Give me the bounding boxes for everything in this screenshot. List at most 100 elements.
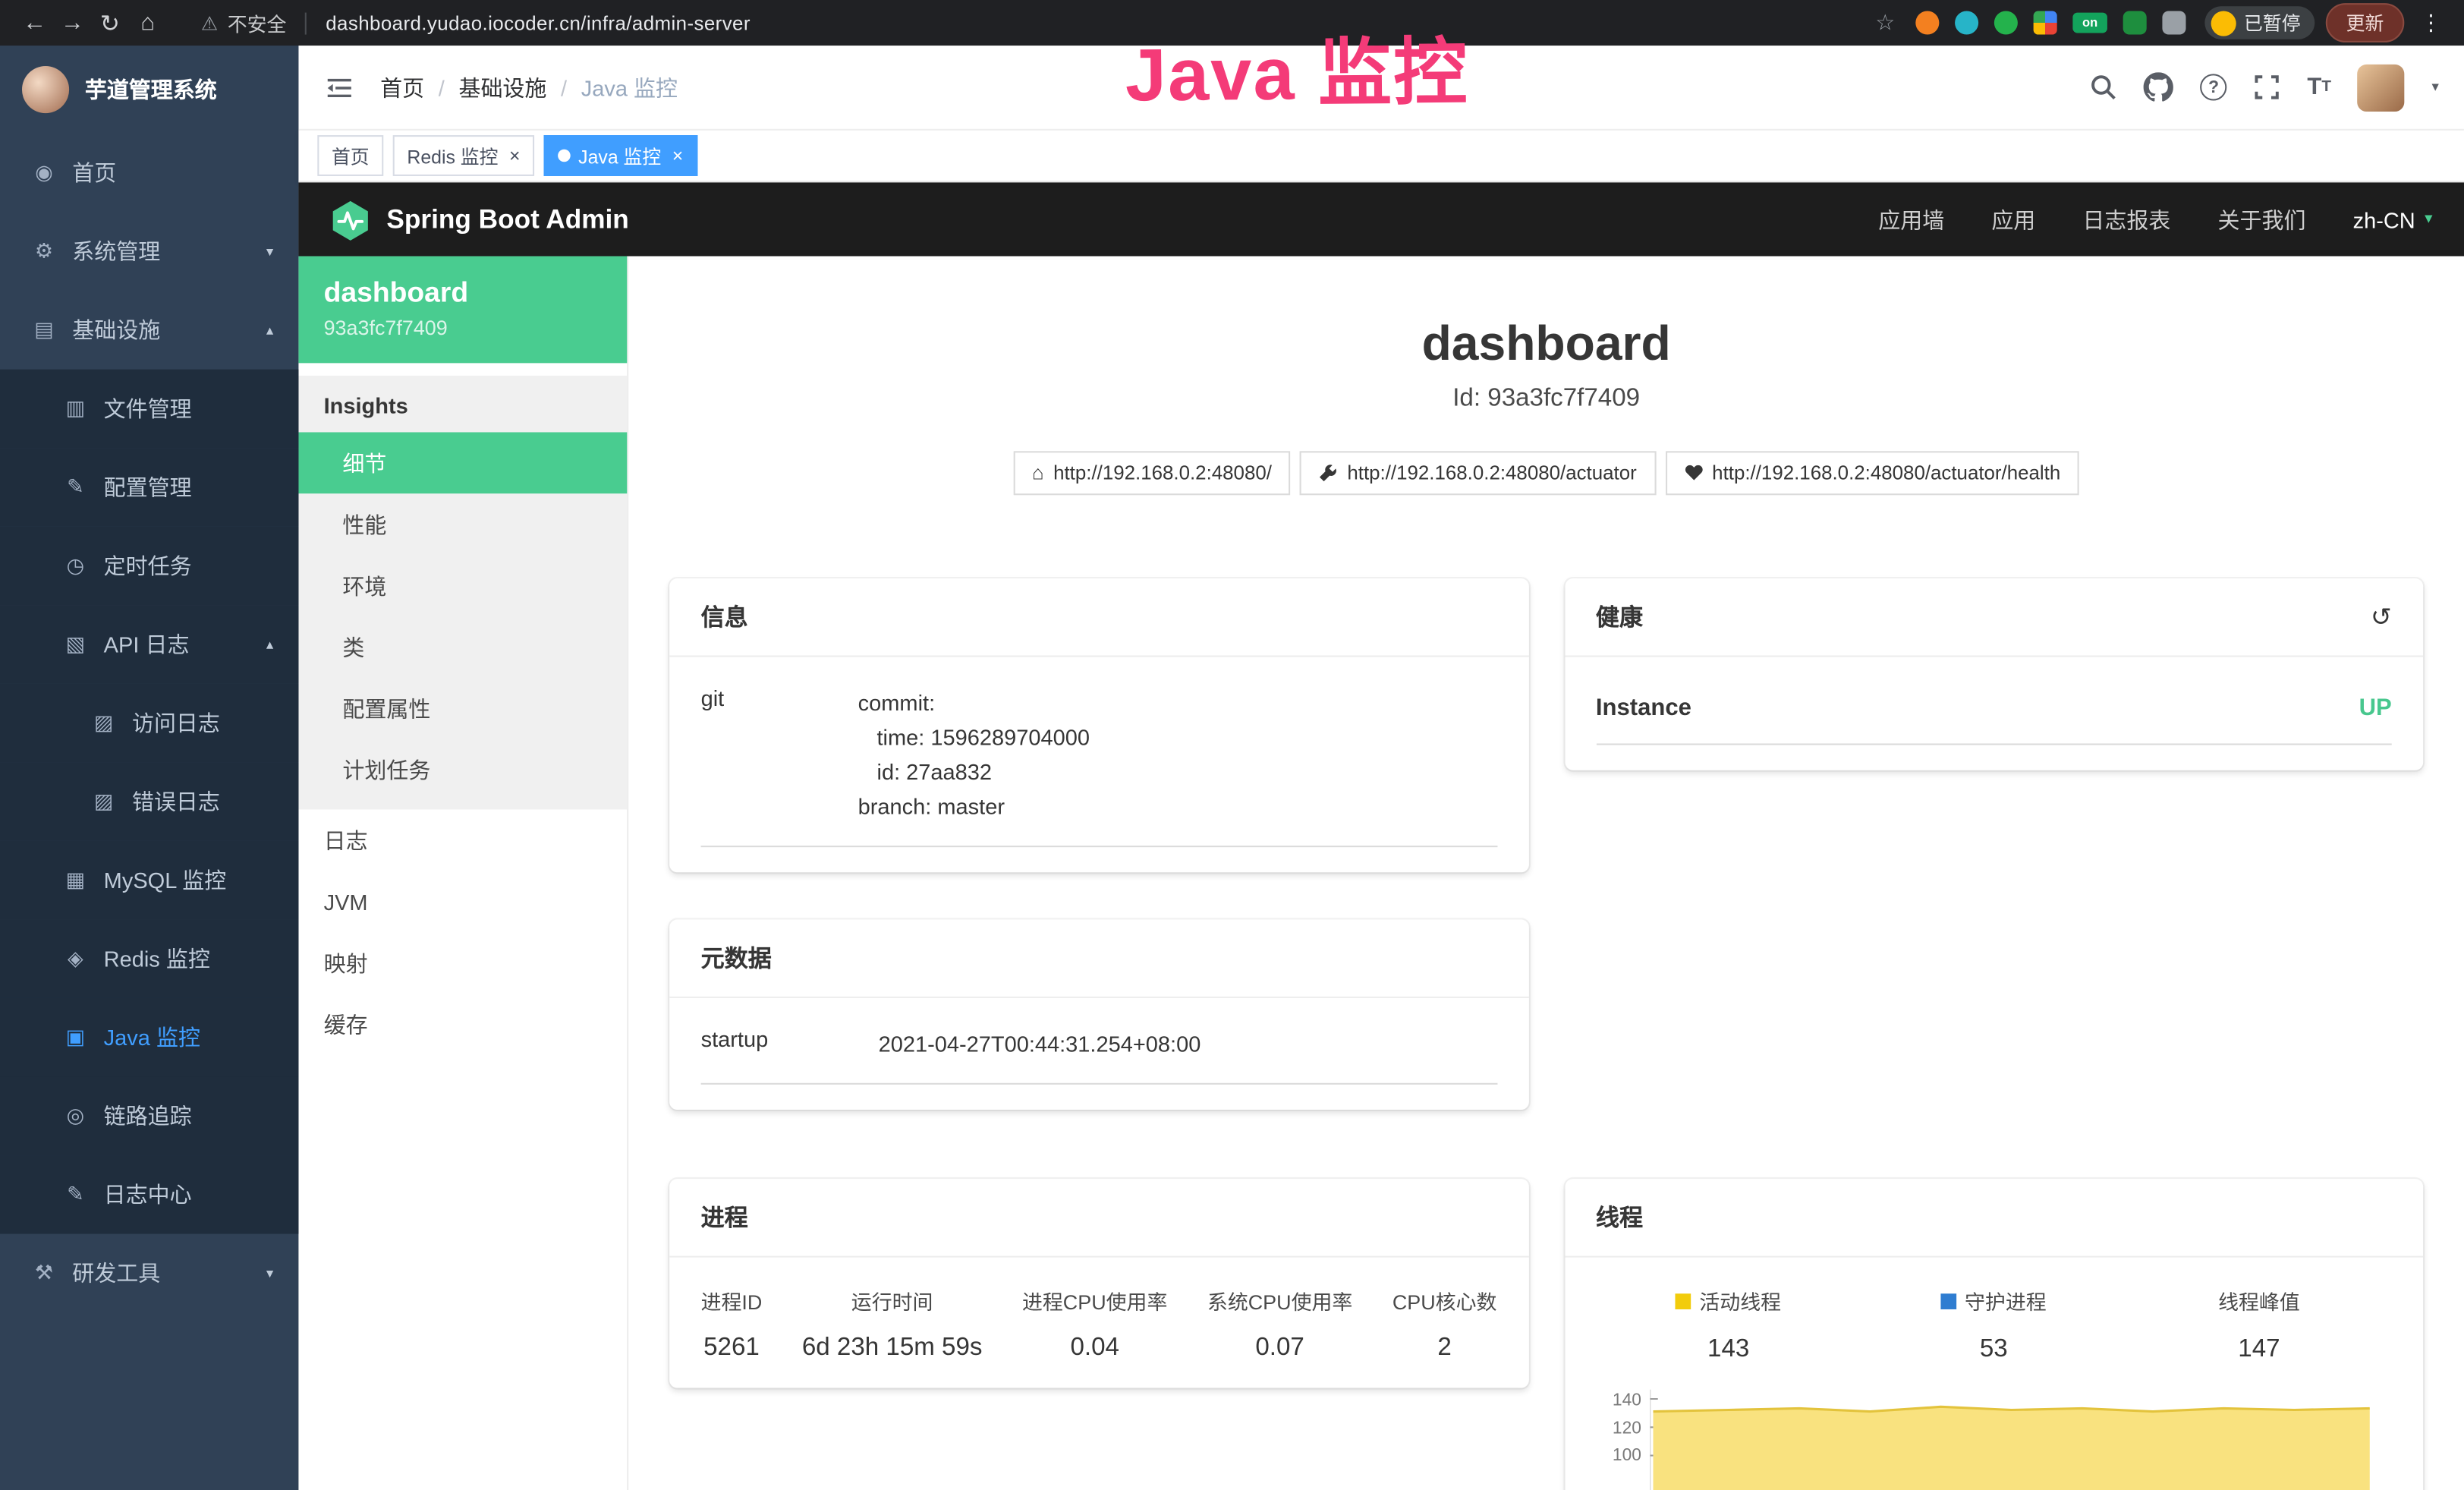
history-icon[interactable]: ↺ [2371,601,2392,632]
help-icon[interactable]: ? [2201,74,2227,100]
sba-menu-classes[interactable]: 类 [298,616,627,678]
top-header: 首页 / 基础设施 / Java 监控 ? [298,46,2464,131]
profile-chip[interactable]: 已暂停 [2204,6,2315,39]
user-avatar[interactable] [2358,64,2405,111]
sidebar-item-dev-tools[interactable]: ⚒ 研发工具 ▾ [0,1234,298,1313]
sidebar-item-access-logs[interactable]: ▨ 访问日志 [0,684,298,763]
extension-icon[interactable] [1915,11,1939,34]
sidebar-item-infrastructure[interactable]: ▤ 基础设施 ▴ [0,291,298,370]
chevron-down-icon: ▾ [2425,210,2432,228]
sidebar-item-redis-monitor[interactable]: ◈ Redis 监控 [0,919,298,998]
insecure-warning-icon: ⚠ [201,12,218,34]
forward-icon[interactable]: → [53,9,91,36]
sidebar-item-home[interactable]: ◉ 首页 [0,134,298,213]
sba-content: dashboard Id: 93a3fc7f7409 ⌂ http://192.… [628,257,2464,1490]
sidebar-item-log-center[interactable]: ✎ 日志中心 [0,1155,298,1234]
sidebar-item-scheduled-tasks[interactable]: ◷ 定时任务 [0,527,298,606]
health-url-link[interactable]: http://192.168.0.2:48080/actuator/health [1665,451,2079,495]
sba-brand[interactable]: Spring Boot Admin [330,199,629,240]
sba-menu-scheduled-tasks[interactable]: 计划任务 [298,739,627,800]
tags-view-bar: 首页 Redis 监控 × Java 监控 × [298,131,2464,182]
document-icon: ✎ [63,1182,88,1207]
sba-menu-jvm[interactable]: JVM [298,871,627,932]
legend-color-swatch [1676,1293,1691,1309]
sidebar-item-error-logs[interactable]: ▨ 错误日志 [0,762,298,841]
chrome-update-button[interactable]: 更新 [2326,3,2405,43]
sidebar-item-java-monitor[interactable]: ▣ Java 监控 [0,998,298,1077]
process-card: 进程 进程ID 5261 运行时间 [669,1179,1528,1388]
extension-icon[interactable] [1994,11,2018,34]
sba-menu-environment[interactable]: 环境 [298,555,627,616]
sba-menu-mappings[interactable]: 映射 [298,932,627,994]
extensions-puzzle-icon[interactable] [2162,11,2186,34]
bookmark-star-icon[interactable]: ☆ [1875,9,1895,36]
sba-menu-metrics[interactable]: 性能 [298,493,627,555]
legend-peak-threads: 线程峰值 147 [2126,1286,2392,1365]
sidebar-item-api-logs[interactable]: ▧ API 日志 ▴ [0,605,298,684]
sba-nav-applications[interactable]: 应用 [1991,203,2035,235]
logo-bar[interactable]: 芋道管理系统 [0,46,298,134]
extension-icon[interactable] [2034,11,2057,34]
url-text[interactable]: dashboard.yudao.iocoder.cn/infra/admin-s… [326,12,751,34]
tab-redis-monitor[interactable]: Redis 监控 × [393,135,534,176]
grid-icon: ▤ [31,317,56,342]
sidebar-item-mysql-monitor[interactable]: ▦ MySQL 监控 [0,841,298,920]
sba-nav-about[interactable]: 关于我们 [2218,203,2306,235]
chrome-menu-icon[interactable]: ⋮ [2414,9,2449,36]
divider [305,12,307,34]
legend-value: 143 [1596,1335,1861,1363]
service-url-link[interactable]: ⌂ http://192.168.0.2:48080/ [1013,451,1291,495]
instance-header[interactable]: dashboard 93a3fc7f7409 [298,257,627,364]
github-icon[interactable] [2144,72,2173,102]
sidebar-item-config-mgmt[interactable]: ✎ 配置管理 [0,448,298,527]
close-icon[interactable]: × [672,145,684,167]
reload-icon[interactable]: ↻ [91,8,129,36]
tab-home[interactable]: 首页 [317,135,383,176]
sba-menu-config-props[interactable]: 配置属性 [298,678,627,739]
sidebar-item-tracing[interactable]: ◎ 链路追踪 [0,1076,298,1155]
breadcrumb-separator: / [561,74,567,99]
font-size-icon[interactable]: TT [2307,74,2331,100]
sba-navbar: Spring Boot Admin 应用墙 应用 日志报表 关于我们 zh-CN… [298,182,2464,256]
fullscreen-icon[interactable] [2254,74,2280,100]
gear-icon: ⚙ [31,239,56,264]
breadcrumb-item[interactable]: 基础设施 [458,71,546,102]
column-header: 运行时间 [802,1286,983,1315]
tab-java-monitor[interactable]: Java 监控 × [544,135,697,176]
caret-down-icon[interactable]: ▾ [2431,79,2438,96]
browser-chrome: ← → ↻ ⌂ ⚠ 不安全 dashboard.yudao.iocoder.cn… [0,0,2464,46]
wrench-icon [1319,464,1338,483]
home-icon[interactable]: ⌂ [129,9,167,36]
sba-nav-journal[interactable]: 日志报表 [2082,203,2170,235]
layers-icon: ◈ [63,947,88,972]
back-icon[interactable]: ← [16,9,54,36]
sba-menu-caches[interactable]: 缓存 [298,994,627,1055]
actuator-url-link[interactable]: http://192.168.0.2:48080/actuator [1300,451,1655,495]
sidebar-item-label: 首页 [72,157,116,188]
close-icon[interactable]: × [509,145,521,167]
insights-group: Insights 细节 性能 环境 类 配置属性 计划任务 [298,376,627,810]
sba-nav-wallboard[interactable]: 应用墙 [1878,203,1944,235]
extension-icon[interactable] [2123,11,2147,34]
sidebar-menu: ◉ 首页 ⚙ 系统管理 ▾ ▤ 基础设施 ▴ ▥ 文件管理 [0,134,298,1490]
sidebar-item-file-mgmt[interactable]: ▥ 文件管理 [0,370,298,449]
breadcrumb-item[interactable]: 首页 [380,71,424,102]
search-icon[interactable] [2091,74,2117,100]
instance-name: dashboard [324,276,603,309]
sba-menu-details[interactable]: 细节 [298,432,627,493]
monitor-icon: ▣ [63,1025,88,1050]
extension-on-icon[interactable]: on [2072,13,2107,33]
column-value: 2 [1392,1334,1497,1362]
column-value: 6d 23h 15m 59s [802,1334,983,1362]
sidebar-item-system-mgmt[interactable]: ⚙ 系统管理 ▾ [0,213,298,291]
address-bar[interactable]: ⚠ 不安全 dashboard.yudao.iocoder.cn/infra/a… [201,8,751,37]
locale-selector[interactable]: zh-CN ▾ [2353,206,2433,232]
screen: ← → ↻ ⌂ ⚠ 不安全 dashboard.yudao.iocoder.cn… [0,0,2464,1490]
git-commit-line: commit: [858,685,1497,720]
hamburger-icon[interactable] [324,71,355,102]
column-header: 系统CPU使用率 [1207,1286,1352,1315]
sba-menu-logs[interactable]: 日志 [298,809,627,871]
extension-icon[interactable] [1955,11,1978,34]
eye-icon: ◎ [63,1104,88,1129]
database-icon: ▦ [63,868,88,893]
